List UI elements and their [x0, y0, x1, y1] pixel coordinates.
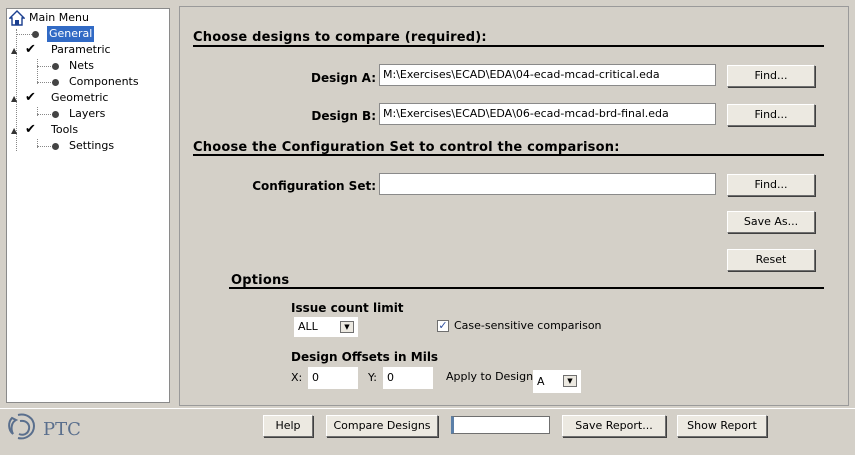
- checkmark-icon: ✔: [25, 90, 36, 105]
- main-panel: Choose designs to compare (required): De…: [179, 6, 849, 406]
- tree-leaf-icon: [52, 79, 59, 86]
- case-sensitive-checkbox[interactable]: ✓: [437, 320, 449, 332]
- config-heading: Choose the Configuration Set to control …: [193, 140, 620, 155]
- x-offset-label: X:: [291, 371, 303, 384]
- ptc-logo-icon: [8, 413, 36, 440]
- tree-connector: [37, 66, 53, 67]
- tree-label-main-menu: Main Menu: [29, 11, 89, 24]
- design-a-label: Design A:: [311, 71, 376, 85]
- tree-label-general: General: [47, 26, 95, 42]
- reset-button[interactable]: Reset: [727, 249, 815, 271]
- find-config-button[interactable]: Find...: [727, 174, 815, 196]
- navigation-tree: Main Menu General ▲ ✔ Parametric Nets Co…: [6, 8, 170, 403]
- issue-count-select[interactable]: ALL ▼: [294, 317, 358, 337]
- checkmark-icon: ✔: [25, 42, 36, 57]
- ptc-logo-text: PTC: [43, 419, 81, 440]
- tree-leaf-icon: [32, 31, 39, 38]
- dropdown-arrow-icon[interactable]: ▼: [563, 375, 577, 387]
- tree-label-layers: Layers: [69, 107, 106, 120]
- tree-leaf-icon: [52, 63, 59, 70]
- x-offset-input[interactable]: 0: [308, 367, 358, 389]
- dropdown-arrow-icon[interactable]: ▼: [340, 321, 354, 333]
- issue-count-label: Issue count limit: [291, 301, 404, 315]
- y-offset-input[interactable]: 0: [383, 367, 433, 389]
- tree-connector: [37, 146, 53, 147]
- tree-label-parametric: Parametric: [51, 43, 111, 56]
- design-b-input[interactable]: M:\Exercises\ECAD\EDA\06-ecad-mcad-brd-f…: [379, 103, 716, 125]
- y-offset-label: Y:: [368, 371, 377, 384]
- apply-to-design-select[interactable]: A ▼: [533, 370, 581, 393]
- apply-to-design-label: Apply to Design:: [446, 370, 537, 383]
- save-report-button[interactable]: Save Report...: [562, 415, 666, 437]
- design-a-input[interactable]: M:\Exercises\ECAD\EDA\04-ecad-mcad-criti…: [379, 64, 716, 86]
- config-set-label: Configuration Set:: [252, 179, 376, 193]
- compare-heading: Choose designs to compare (required):: [193, 30, 487, 45]
- collapse-icon[interactable]: ▲: [11, 47, 17, 55]
- tree-connector: [37, 82, 53, 83]
- tree-label-nets: Nets: [69, 59, 95, 72]
- tree-leaf-icon: [52, 111, 59, 118]
- tree-leaf-icon: [52, 143, 59, 150]
- find-design-a-button[interactable]: Find...: [727, 65, 815, 87]
- collapse-icon[interactable]: ▲: [11, 127, 17, 135]
- tree-label-tools: Tools: [51, 123, 79, 136]
- ptc-logo: PTC: [6, 410, 106, 446]
- progress-bar: [451, 416, 550, 434]
- home-icon: [9, 10, 25, 26]
- find-design-b-button[interactable]: Find...: [727, 104, 815, 126]
- apply-to-design-value: A: [537, 375, 545, 388]
- collapse-icon[interactable]: ▲: [11, 95, 17, 103]
- case-sensitive-label: Case-sensitive comparison: [454, 319, 602, 332]
- tree-label-components: Components: [69, 75, 139, 88]
- issue-count-value: ALL: [298, 320, 318, 333]
- compare-designs-button[interactable]: Compare Designs: [326, 415, 438, 437]
- tree-connector: [37, 114, 53, 115]
- config-set-input[interactable]: [379, 173, 716, 195]
- section-divider: [193, 154, 824, 156]
- offsets-label: Design Offsets in Mils: [291, 350, 439, 364]
- help-button[interactable]: Help: [263, 415, 313, 437]
- section-divider: [229, 287, 824, 289]
- checkmark-icon: ✔: [25, 122, 36, 137]
- options-heading: Options: [231, 273, 290, 288]
- design-b-label: Design B:: [311, 109, 376, 123]
- save-as-button[interactable]: Save As...: [727, 211, 815, 233]
- tree-label-settings: Settings: [69, 139, 115, 152]
- show-report-button[interactable]: Show Report: [677, 415, 767, 437]
- section-divider: [193, 45, 824, 47]
- footer-divider: [0, 408, 855, 409]
- tree-label-geometric: Geometric: [51, 91, 109, 104]
- tree-connector: [37, 59, 38, 84]
